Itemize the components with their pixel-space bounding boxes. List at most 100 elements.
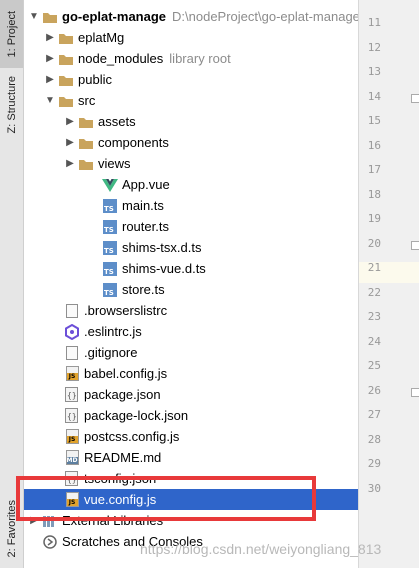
folder-icon <box>78 135 94 151</box>
tree-item-label: public <box>78 72 112 87</box>
project-path: D:\nodeProject\go-eplat-manage <box>172 9 358 24</box>
tree-item-label: .gitignore <box>84 345 138 360</box>
tree-item-eslintrc[interactable]: .eslintrc.js <box>24 321 358 342</box>
project-tool-tab[interactable]: 1: Project <box>0 0 23 68</box>
tree-item-views[interactable]: ▶ views <box>24 153 358 174</box>
fold-marker-icon[interactable] <box>411 241 419 250</box>
tree-item-router-ts[interactable]: router.ts <box>24 216 358 237</box>
folder-icon <box>42 9 58 25</box>
folder-icon <box>78 114 94 130</box>
line-number: 24 <box>367 334 381 348</box>
tree-item-eplatmg[interactable]: ▶ eplatMg <box>24 27 358 48</box>
folder-icon <box>58 72 74 88</box>
tree-item-assets[interactable]: ▶ assets <box>24 111 358 132</box>
tree-item-label: README.md <box>84 450 162 465</box>
line-number: 29 <box>367 457 381 470</box>
line-number: 11 <box>367 16 381 29</box>
line-number: 12 <box>367 40 381 54</box>
folder-icon <box>78 156 94 172</box>
line-number: 16 <box>367 138 381 152</box>
line-number: 30 <box>367 481 381 495</box>
chevron-down-icon[interactable]: ▼ <box>42 90 58 111</box>
vue-file-icon <box>102 177 118 193</box>
chevron-right-icon[interactable]: ▶ <box>42 69 58 90</box>
chevron-right-icon[interactable]: ▶ <box>62 153 78 174</box>
tree-item-browserslistrc[interactable]: .browserslistrc <box>24 300 358 321</box>
javascript-file-icon <box>64 366 80 382</box>
tree-item-label: go-eplat-manage <box>62 9 167 24</box>
typescript-file-icon <box>102 240 118 256</box>
text-file-icon <box>64 303 80 319</box>
tree-item-babel-config[interactable]: babel.config.js <box>24 363 358 384</box>
folder-icon <box>58 93 74 109</box>
line-number: 14 <box>367 89 381 103</box>
line-number: 17 <box>367 163 381 176</box>
tree-item-components[interactable]: ▶ components <box>24 132 358 153</box>
tree-item-shims-tsx[interactable]: shims-tsx.d.ts <box>24 237 358 258</box>
line-number: 28 <box>367 432 381 446</box>
tree-item-label: router.ts <box>122 219 169 234</box>
tree-item-src[interactable]: ▼ src <box>24 90 358 111</box>
tree-item-shims-vue[interactable]: shims-vue.d.ts <box>24 258 358 279</box>
tree-item-label: postcss.config.js <box>84 429 180 444</box>
line-number: 25 <box>367 359 381 372</box>
markdown-file-icon <box>64 450 80 466</box>
highlight-annotation-box <box>16 476 316 521</box>
text-file-icon <box>64 345 80 361</box>
typescript-file-icon <box>102 219 118 235</box>
tree-item-label: assets <box>98 114 136 129</box>
tree-item-gitignore[interactable]: .gitignore <box>24 342 358 363</box>
tree-item-label: shims-tsx.d.ts <box>122 240 202 255</box>
tree-item-label: node_modules <box>78 51 164 66</box>
chevron-right-icon[interactable]: ▶ <box>42 48 58 69</box>
tree-item-package-lock[interactable]: {} package-lock.json <box>24 405 358 426</box>
chevron-right-icon[interactable]: ▶ <box>42 27 58 48</box>
tree-item-public[interactable]: ▶ public <box>24 69 358 90</box>
json-file-icon: {} <box>64 386 80 403</box>
line-number: 19 <box>367 212 381 225</box>
tree-item-label: .browserslistrc <box>84 303 168 318</box>
svg-text:{}: {} <box>67 391 77 400</box>
line-number: 26 <box>367 383 381 397</box>
library-root-hint: library root <box>169 51 231 66</box>
editor-gutter: 11 12 13 14 15 16 17 18 19 20 21 22 23 24 25 26 27 28 29 30 <box>358 0 419 568</box>
tree-item-readme[interactable]: README.md <box>24 447 358 468</box>
tree-item-label: eplatMg <box>78 30 125 45</box>
fold-marker-icon[interactable] <box>411 388 419 397</box>
svg-text:{}: {} <box>67 412 77 421</box>
line-number: 20 <box>367 236 381 250</box>
tree-item-label: store.ts <box>122 282 165 297</box>
line-number: 15 <box>367 114 381 127</box>
chevron-down-icon[interactable]: ▼ <box>26 6 42 27</box>
javascript-file-icon <box>64 429 80 445</box>
line-number: 21 <box>367 261 381 274</box>
tree-item-label: package-lock.json <box>84 408 189 423</box>
fold-marker-icon[interactable] <box>411 94 419 103</box>
tree-item-app-vue[interactable]: App.vue <box>24 174 358 195</box>
line-number: 22 <box>367 285 381 299</box>
folder-icon <box>58 51 74 67</box>
eslint-icon <box>64 323 80 340</box>
tree-item-label: views <box>98 156 131 171</box>
line-number: 18 <box>367 187 381 201</box>
tree-item-store-ts[interactable]: store.ts <box>24 279 358 300</box>
scratches-icon <box>42 534 58 550</box>
tree-item-root[interactable]: ▼ go-eplat-manage D:\nodeProject\go-epla… <box>24 6 358 27</box>
chevron-right-icon[interactable]: ▶ <box>62 111 78 132</box>
tree-item-postcss-config[interactable]: postcss.config.js <box>24 426 358 447</box>
tree-item-label: components <box>98 135 169 150</box>
tree-item-package-json[interactable]: {} package.json <box>24 384 358 405</box>
tree-item-main-ts[interactable]: main.ts <box>24 195 358 216</box>
chevron-right-icon[interactable]: ▶ <box>62 132 78 153</box>
tree-item-label: src <box>78 93 96 108</box>
tree-item-label: .eslintrc.js <box>84 324 142 339</box>
folder-icon <box>58 30 74 46</box>
structure-tool-tab[interactable]: Z: Structure <box>0 72 23 138</box>
tree-item-label: main.ts <box>122 198 164 213</box>
line-number: 27 <box>367 408 381 421</box>
tree-item-node-modules[interactable]: ▶ node_modules library root <box>24 48 358 69</box>
json-file-icon: {} <box>64 407 80 424</box>
line-number: 13 <box>367 65 381 78</box>
tree-item-label: shims-vue.d.ts <box>122 261 206 276</box>
watermark: https://blog.csdn.net/weiyongliang_813 <box>140 541 382 557</box>
